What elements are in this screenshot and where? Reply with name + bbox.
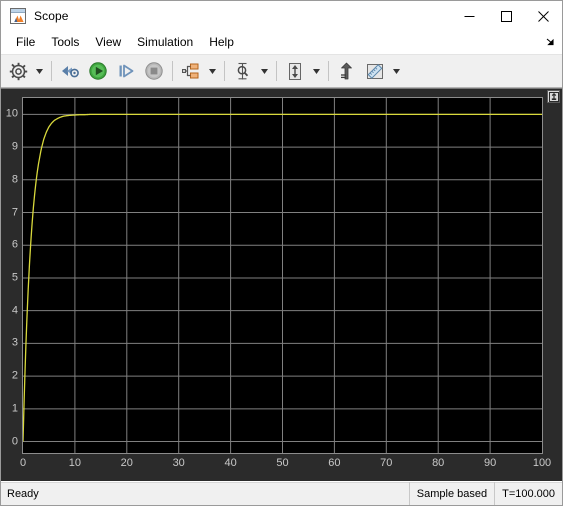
configuration-properties-button[interactable] xyxy=(4,57,32,85)
maximize-button[interactable] xyxy=(488,1,525,31)
menu-item-simulation[interactable]: Simulation xyxy=(129,33,201,52)
signal-selector-dropdown-arrow[interactable] xyxy=(205,57,220,85)
y-tick-label: 1 xyxy=(11,402,18,415)
run-back-to-start-button[interactable] xyxy=(56,57,84,85)
cursor-measurements-button[interactable] xyxy=(229,57,257,85)
plot-area[interactable] xyxy=(22,97,543,454)
x-axis-ticks: 0 10 20 30 40 50 60 70 80 90 100 xyxy=(19,457,551,473)
y-tick-label: 6 xyxy=(11,238,18,251)
stop-button[interactable] xyxy=(140,57,168,85)
menu-item-help[interactable]: Help xyxy=(201,33,242,52)
autoscale-button[interactable] xyxy=(281,57,309,85)
maximize-axes-icon[interactable] xyxy=(547,90,560,103)
scope-icon xyxy=(10,8,26,24)
autoscale-dropdown-arrow[interactable] xyxy=(309,57,324,85)
close-button[interactable] xyxy=(525,1,562,31)
run-button[interactable] xyxy=(84,57,112,85)
x-tick-label: 60 xyxy=(328,457,341,469)
y-tick-label: 8 xyxy=(11,173,18,186)
y-tick-label: 9 xyxy=(11,140,18,153)
measurements-dropdown-arrow[interactable] xyxy=(389,57,404,85)
simulation-time-indicator: T=100.000 xyxy=(494,482,562,505)
y-tick-label: 5 xyxy=(11,271,18,284)
status-bar: Ready Sample based T=100.000 xyxy=(1,481,562,505)
scope-window: Scope File Tools View Simulation Help 0 … xyxy=(0,0,563,506)
window-title: Scope xyxy=(34,9,69,23)
x-tick-label: 50 xyxy=(276,457,289,469)
window-controls xyxy=(451,1,562,31)
measurements-button[interactable] xyxy=(361,57,389,85)
minimize-button[interactable] xyxy=(451,1,488,31)
scope-canvas[interactable]: 0 1 2 3 4 5 6 7 8 9 10 0 10 20 30 40 50 60 70 80 90 100 xyxy=(1,89,562,481)
x-tick-label: 20 xyxy=(120,457,133,469)
menu-item-file[interactable]: File xyxy=(8,33,43,52)
title-bar: Scope xyxy=(1,1,562,31)
zoom-in-y-button[interactable] xyxy=(333,57,361,85)
y-tick-label: 2 xyxy=(11,369,18,382)
cursor-measurements-dropdown-arrow[interactable] xyxy=(257,57,272,85)
x-tick-label: 30 xyxy=(172,457,185,469)
x-tick-label: 80 xyxy=(432,457,445,469)
frame-mode-indicator: Sample based xyxy=(408,482,494,505)
menu-item-tools[interactable]: Tools xyxy=(43,33,87,52)
toolbar-separator xyxy=(224,61,225,81)
menu-bar: File Tools View Simulation Help xyxy=(1,31,562,55)
status-message: Ready xyxy=(7,487,39,500)
step-forward-button[interactable] xyxy=(112,57,140,85)
x-tick-label: 100 xyxy=(532,457,552,469)
y-tick-label: 10 xyxy=(5,107,18,120)
toolbar xyxy=(1,55,562,88)
x-tick-label: 70 xyxy=(380,457,393,469)
y-axis-ticks: 0 1 2 3 4 5 6 7 8 9 10 xyxy=(1,97,18,454)
x-tick-label: 90 xyxy=(483,457,497,469)
toolbar-separator xyxy=(328,61,329,81)
configuration-dropdown-arrow[interactable] xyxy=(32,57,47,85)
signal-trace xyxy=(23,98,542,453)
y-tick-label: 0 xyxy=(11,435,18,448)
x-tick-label: 10 xyxy=(68,457,82,469)
x-tick-label: 40 xyxy=(224,457,237,469)
menu-item-view[interactable]: View xyxy=(87,33,129,52)
toolbar-separator xyxy=(276,61,277,81)
x-tick-label: 0 xyxy=(19,457,27,469)
toolbar-separator xyxy=(51,61,52,81)
expand-arrow-icon[interactable] xyxy=(544,36,556,48)
y-tick-label: 4 xyxy=(11,304,18,317)
y-tick-label: 7 xyxy=(11,206,18,219)
signal-selector-button[interactable] xyxy=(177,57,205,85)
y-tick-label: 3 xyxy=(11,336,18,349)
scope-display: 0 1 2 3 4 5 6 7 8 9 10 0 10 20 30 40 50 60 70 80 90 100 xyxy=(1,88,562,481)
toolbar-separator xyxy=(172,61,173,81)
